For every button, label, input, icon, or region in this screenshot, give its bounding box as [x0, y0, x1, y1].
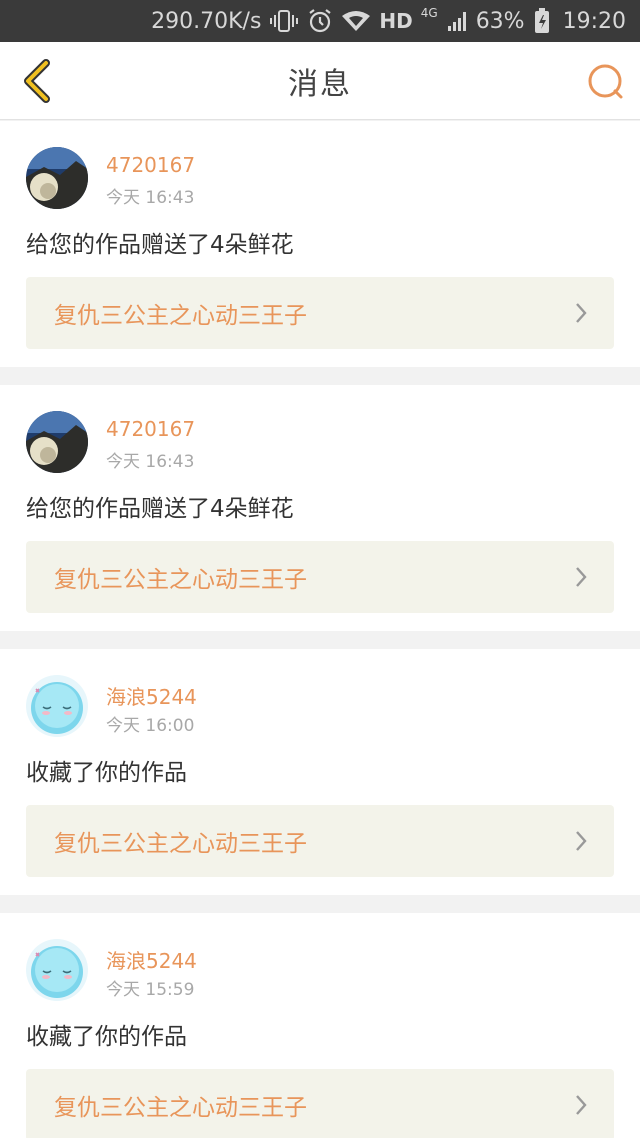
message-time: 今天 16:00 — [106, 716, 195, 736]
message-text: 收藏了你的作品 — [26, 760, 187, 786]
message-text: 给您的作品赠送了4朵鲜花 — [26, 496, 294, 522]
chevron-right-icon — [576, 303, 587, 323]
clock: 19:20 — [562, 8, 626, 34]
vibrate-icon — [269, 9, 299, 33]
search-icon — [588, 64, 623, 99]
work-title: 复仇三公主之心动三王子 — [54, 831, 307, 857]
message-time: 今天 15:59 — [106, 980, 195, 1000]
network-speed: 290.70K/s — [151, 8, 262, 34]
message-card: 海浪5244 今天 16:00 收藏了你的作品 复仇三公主之心动三王子 — [0, 649, 640, 895]
network-4g-indicator: 4G — [420, 6, 438, 20]
avatar[interactable] — [26, 147, 88, 209]
message-card: 4720167 今天 16:43 给您的作品赠送了4朵鲜花 复仇三公主之心动三王… — [0, 385, 640, 631]
wifi-icon — [341, 9, 371, 33]
search-button[interactable] — [586, 62, 626, 102]
chevron-right-icon — [576, 831, 587, 851]
work-link[interactable]: 复仇三公主之心动三王子 — [26, 541, 614, 613]
chevron-left-icon — [24, 59, 50, 103]
username[interactable]: 4720167 — [106, 153, 195, 177]
back-button[interactable] — [16, 58, 56, 104]
battery-icon — [533, 7, 551, 35]
signal-icon — [446, 9, 468, 33]
message-time: 今天 16:43 — [106, 188, 195, 208]
message-card: 海浪5244 今天 15:59 收藏了你的作品 复仇三公主之心动三王子 — [0, 913, 640, 1138]
work-link[interactable]: 复仇三公主之心动三王子 — [26, 1069, 614, 1138]
chevron-right-icon — [576, 1095, 587, 1115]
avatar[interactable] — [26, 675, 88, 737]
hd-indicator: HD — [379, 9, 413, 33]
battery-percent: 63% — [475, 8, 525, 34]
username[interactable]: 海浪5244 — [106, 681, 197, 710]
username[interactable]: 4720167 — [106, 417, 195, 441]
message-text: 给您的作品赠送了4朵鲜花 — [26, 232, 294, 258]
message-card: 4720167 今天 16:43 给您的作品赠送了4朵鲜花 复仇三公主之心动三王… — [0, 121, 640, 367]
avatar[interactable] — [26, 411, 88, 473]
alarm-icon — [307, 8, 333, 34]
message-list: 4720167 今天 16:43 给您的作品赠送了4朵鲜花 复仇三公主之心动三王… — [0, 121, 640, 1138]
work-link[interactable]: 复仇三公主之心动三王子 — [26, 805, 614, 877]
work-title: 复仇三公主之心动三王子 — [54, 1095, 307, 1121]
app-header: 消息 — [0, 42, 640, 120]
status-bar: 290.70K/s HD 4G 63% 19:20 — [0, 0, 640, 42]
avatar[interactable] — [26, 939, 88, 1001]
username[interactable]: 海浪5244 — [106, 945, 197, 974]
message-text: 收藏了你的作品 — [26, 1024, 187, 1050]
work-title: 复仇三公主之心动三王子 — [54, 567, 307, 593]
chevron-right-icon — [576, 567, 587, 587]
page-title: 消息 — [288, 66, 352, 102]
message-time: 今天 16:43 — [106, 452, 195, 472]
work-title: 复仇三公主之心动三王子 — [54, 303, 307, 329]
work-link[interactable]: 复仇三公主之心动三王子 — [26, 277, 614, 349]
